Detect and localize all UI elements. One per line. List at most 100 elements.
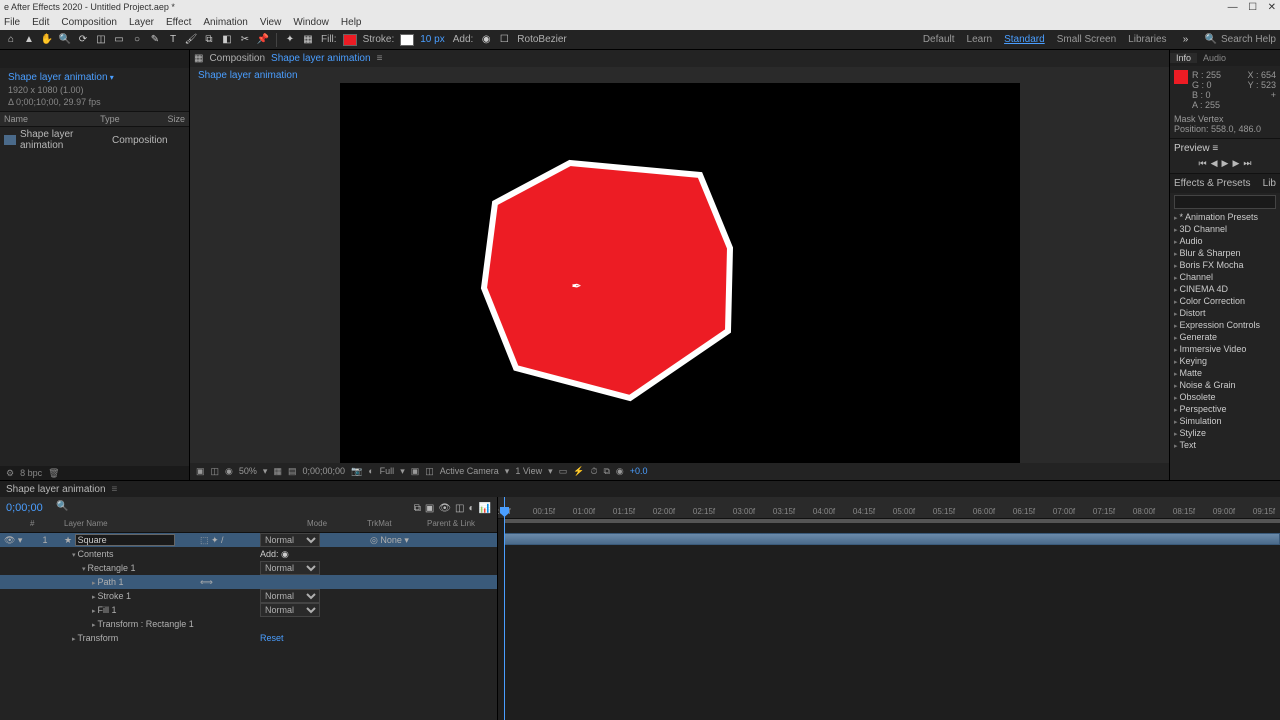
prev-frame-icon[interactable]: ◀ bbox=[1211, 158, 1218, 169]
type-tool-icon[interactable]: T bbox=[166, 33, 180, 47]
effects-category[interactable]: Obsolete bbox=[1170, 391, 1280, 403]
layer-rectangle-row[interactable]: ▾Rectangle 1 Normal bbox=[0, 561, 497, 575]
tab-audio[interactable]: Audio bbox=[1197, 53, 1232, 63]
workspace-overflow-icon[interactable]: » bbox=[1179, 33, 1193, 47]
fast-preview-icon[interactable]: ⚡ bbox=[573, 466, 584, 477]
workspace-default[interactable]: Default bbox=[923, 34, 955, 45]
selection-tool-icon[interactable]: ▲ bbox=[22, 33, 36, 47]
menu-view[interactable]: View bbox=[260, 17, 282, 28]
col-size[interactable]: Size bbox=[167, 114, 185, 124]
menu-edit[interactable]: Edit bbox=[32, 17, 49, 28]
pan-behind-icon[interactable]: ◫ bbox=[94, 33, 108, 47]
menu-composition[interactable]: Composition bbox=[61, 17, 117, 28]
zoom-tool-icon[interactable]: 🔍 bbox=[58, 33, 72, 47]
timeline-icon[interactable]: ⏱ bbox=[590, 466, 597, 477]
effects-category[interactable]: Blur & Sharpen bbox=[1170, 247, 1280, 259]
effects-category[interactable]: Text bbox=[1170, 439, 1280, 451]
effects-category[interactable]: Audio bbox=[1170, 235, 1280, 247]
project-comp-name[interactable]: Shape layer animation bbox=[8, 72, 181, 83]
puppet-tool-icon[interactable]: 📌 bbox=[256, 33, 270, 47]
search-help-label[interactable]: Search Help bbox=[1221, 34, 1276, 45]
menu-help[interactable]: Help bbox=[341, 17, 362, 28]
layer-transform-row[interactable]: ▸Transform Reset bbox=[0, 631, 497, 645]
res-chevron-icon[interactable]: ▾ bbox=[400, 466, 405, 477]
channels-icon[interactable]: ◐ bbox=[368, 466, 373, 476]
bpc-button[interactable]: 8 bpc bbox=[20, 468, 42, 478]
interpret-icon[interactable]: ⚙ bbox=[6, 468, 14, 479]
col-name[interactable]: Name bbox=[4, 114, 100, 124]
add-chevron-icon[interactable]: ◉ bbox=[479, 33, 493, 47]
layer-path-row[interactable]: ▸Path 1 ⟺ bbox=[0, 575, 497, 589]
effects-category[interactable]: Immersive Video bbox=[1170, 343, 1280, 355]
trash-icon[interactable]: 🗑 bbox=[48, 468, 59, 479]
tab-info[interactable]: Info bbox=[1170, 53, 1197, 63]
draft-3d-icon[interactable]: ▣ bbox=[425, 503, 434, 514]
fill-mode-dropdown[interactable]: Normal bbox=[260, 603, 320, 617]
transparency-grid-icon[interactable]: ◫ bbox=[425, 466, 434, 477]
graph-editor-icon[interactable]: 📊 bbox=[479, 503, 491, 514]
eraser-tool-icon[interactable]: ◧ bbox=[220, 33, 234, 47]
snap-icon[interactable]: ✦ bbox=[283, 33, 297, 47]
flowchart-icon[interactable]: ⧉ bbox=[603, 466, 609, 477]
layer-duration-bar[interactable] bbox=[504, 533, 1280, 545]
views-chevron-icon[interactable]: ▾ bbox=[548, 466, 553, 477]
timeline-tab-close-icon[interactable]: ≡ bbox=[112, 484, 118, 495]
search-icon[interactable]: 🔍 bbox=[1205, 34, 1217, 45]
snapshot-icon[interactable]: 📷 bbox=[351, 466, 362, 477]
workspace-standard[interactable]: Standard bbox=[1004, 34, 1045, 45]
pixel-aspect-icon[interactable]: ▭ bbox=[559, 466, 568, 477]
zoom-level[interactable]: 50% bbox=[239, 466, 257, 476]
menu-animation[interactable]: Animation bbox=[203, 17, 247, 28]
active-camera-dropdown[interactable]: Active Camera bbox=[440, 466, 499, 476]
next-frame-icon[interactable]: ▶ bbox=[1232, 158, 1239, 169]
roi-icon[interactable]: ▣ bbox=[411, 466, 420, 477]
timeline-track-area[interactable]: :00f00:15f01:00f01:15f02:00f02:15f03:00f… bbox=[498, 497, 1280, 720]
panel-menu-icon[interactable]: ▦ bbox=[194, 53, 203, 64]
brush-tool-icon[interactable]: 🖌 bbox=[184, 33, 198, 47]
effects-category[interactable]: Perspective bbox=[1170, 403, 1280, 415]
col-type[interactable]: Type bbox=[100, 114, 167, 124]
maximize-icon[interactable]: ☐ bbox=[1248, 2, 1257, 13]
layer-transform-rect-row[interactable]: ▸Transform : Rectangle 1 bbox=[0, 617, 497, 631]
stroke-swatch[interactable] bbox=[400, 34, 414, 46]
composition-crumb-active[interactable]: Shape layer animation bbox=[271, 53, 371, 64]
timeline-tab[interactable]: Shape layer animation bbox=[6, 484, 106, 495]
pen-tool-icon[interactable]: ✎ bbox=[148, 33, 162, 47]
effects-category[interactable]: Matte bbox=[1170, 367, 1280, 379]
views-dropdown[interactable]: 1 View bbox=[515, 466, 542, 476]
hide-shy-icon[interactable]: 👁 bbox=[438, 503, 451, 514]
effects-category[interactable]: * Animation Presets bbox=[1170, 211, 1280, 223]
transform-reset[interactable]: Reset bbox=[260, 633, 330, 643]
layer-mode-dropdown[interactable]: Normal bbox=[260, 533, 320, 547]
effects-label[interactable]: Effects & Presets bbox=[1174, 178, 1251, 189]
home-icon[interactable]: ⌂ bbox=[4, 33, 18, 47]
menu-window[interactable]: Window bbox=[293, 17, 329, 28]
roto-tool-icon[interactable]: ✂ bbox=[238, 33, 252, 47]
workspace-learn[interactable]: Learn bbox=[967, 34, 993, 45]
guides-icon[interactable]: ▤ bbox=[288, 466, 297, 477]
timeline-ruler[interactable]: :00f00:15f01:00f01:15f02:00f02:15f03:00f… bbox=[498, 497, 1280, 519]
rotobezier-checkbox[interactable]: ☐ bbox=[497, 33, 511, 47]
stroke-width[interactable]: 10 px bbox=[420, 34, 444, 45]
layer-contents-row[interactable]: ▾Contents Add: ◉ bbox=[0, 547, 497, 561]
ellipse-tool-icon[interactable]: ○ bbox=[130, 33, 144, 47]
effects-category[interactable]: Stylize bbox=[1170, 427, 1280, 439]
close-icon[interactable]: ✕ bbox=[1268, 2, 1276, 13]
always-preview-icon[interactable]: ▣ bbox=[196, 466, 205, 477]
octagon-shape[interactable] bbox=[480, 153, 760, 413]
reset-exposure-icon[interactable]: ◉ bbox=[616, 466, 624, 477]
first-frame-icon[interactable]: ⏮ bbox=[1199, 158, 1207, 169]
menu-layer[interactable]: Layer bbox=[129, 17, 154, 28]
mask-icon[interactable]: ◉ bbox=[225, 466, 233, 477]
play-icon[interactable]: ▶ bbox=[1222, 158, 1229, 169]
composition-sub-tab[interactable]: Shape layer animation bbox=[198, 70, 298, 81]
current-time-indicator[interactable] bbox=[504, 497, 505, 720]
rectangle-tool-icon[interactable]: ▭ bbox=[112, 33, 126, 47]
parent-dropdown[interactable]: None bbox=[380, 535, 402, 545]
frame-blend-icon[interactable]: ◫ bbox=[455, 503, 464, 514]
composition-viewer[interactable]: ✒ bbox=[190, 83, 1169, 463]
effects-category[interactable]: Keying bbox=[1170, 355, 1280, 367]
menu-file[interactable]: File bbox=[4, 17, 20, 28]
work-area-bar[interactable] bbox=[504, 519, 1280, 523]
effects-category[interactable]: Color Correction bbox=[1170, 295, 1280, 307]
